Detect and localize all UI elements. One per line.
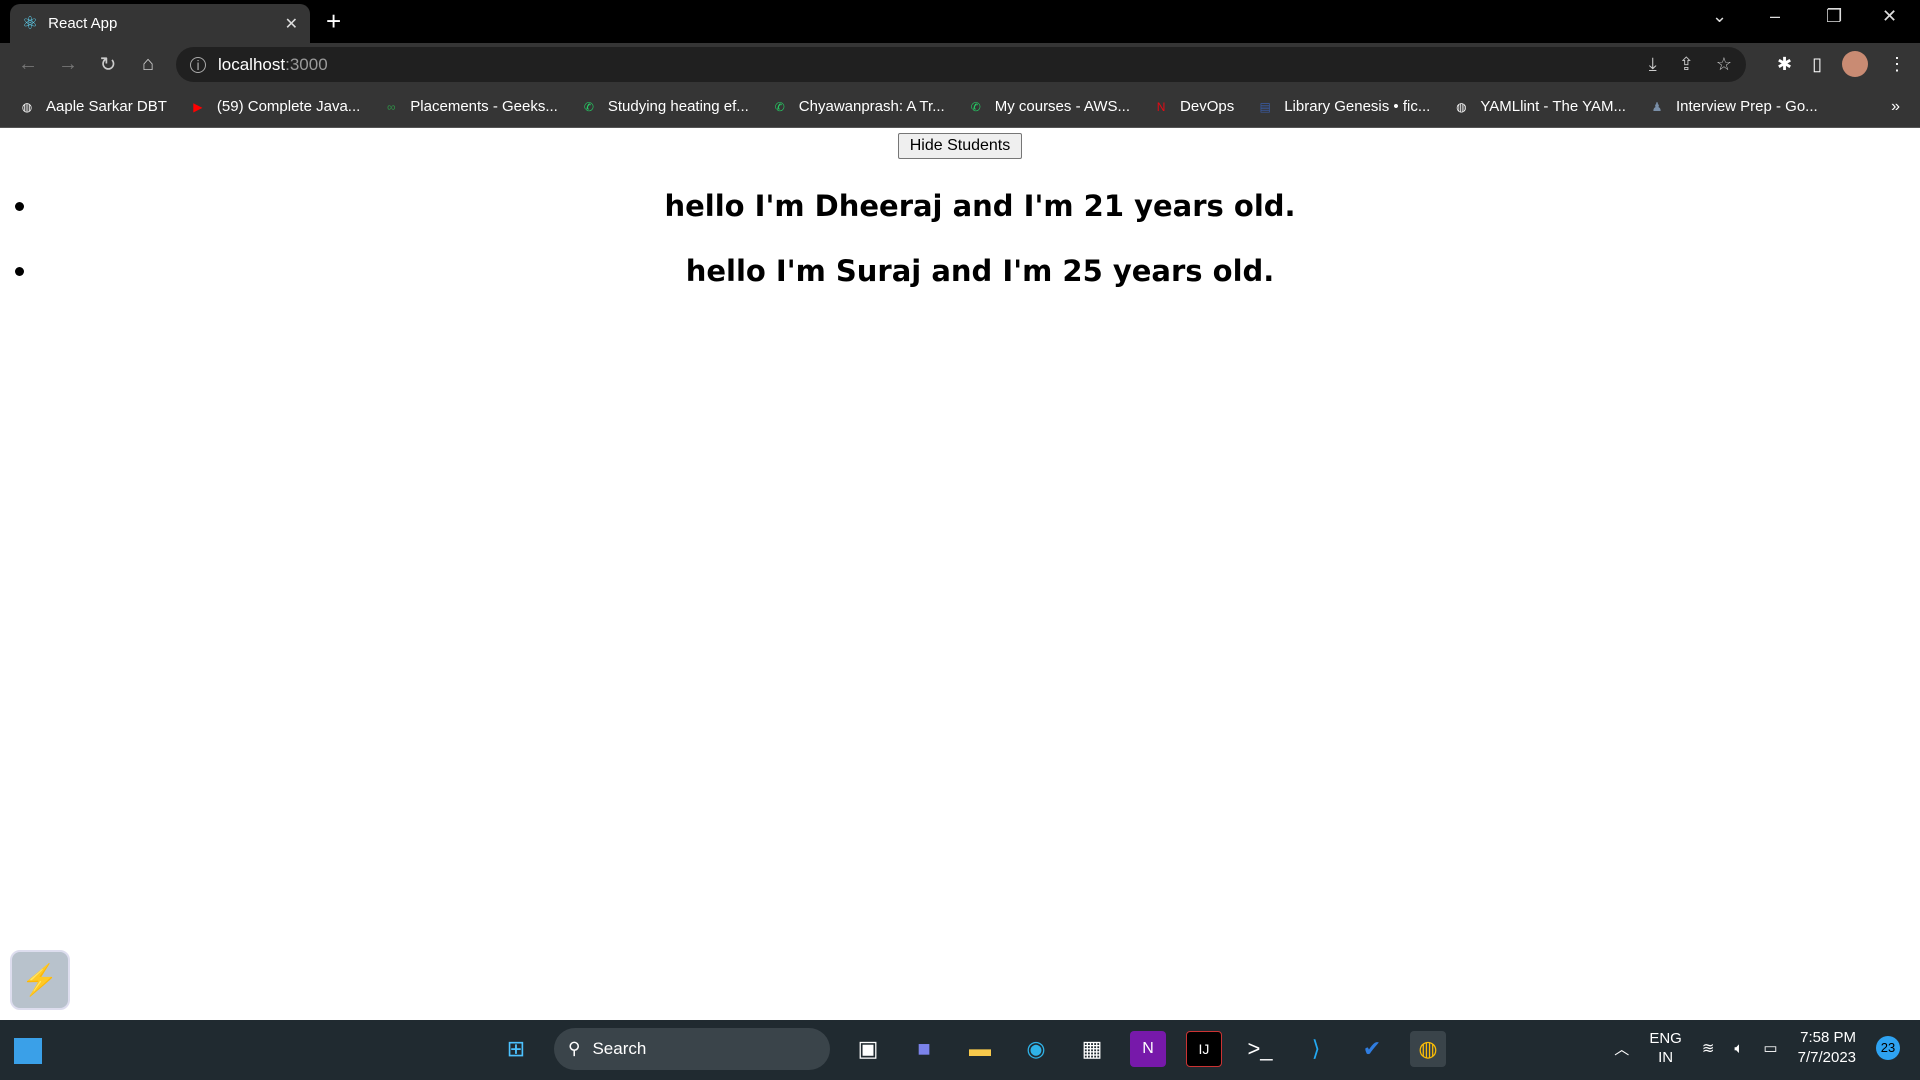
taskbar-search[interactable]: ⚲ Search (554, 1028, 830, 1070)
more-bookmarks-button[interactable]: » (1891, 98, 1900, 116)
region-code: IN (1658, 1049, 1674, 1066)
terminal-icon[interactable]: >_ (1242, 1031, 1278, 1067)
bookmark-item[interactable]: N DevOps (1152, 98, 1235, 116)
time: 7:58 PM (1800, 1029, 1856, 1046)
extensions-icon[interactable]: ✱ (1777, 54, 1792, 75)
new-tab-button[interactable]: + (326, 6, 341, 37)
install-icon[interactable]: ⤓ (1649, 54, 1657, 75)
restore-button[interactable]: ❐ (1826, 6, 1842, 27)
bookmarks-bar: ◍ Aaple Sarkar DBT ▶ (59) Complete Java... ∞… (0, 86, 1920, 128)
close-tab-icon[interactable]: ✕ (285, 14, 298, 34)
profile-avatar[interactable] (1842, 51, 1868, 77)
file-explorer-icon[interactable]: ▬ (962, 1031, 998, 1067)
search-icon: ⚲ (568, 1039, 581, 1058)
bookmark-item[interactable]: ◍ YAMLlint - The YAM... (1452, 98, 1626, 116)
store-icon[interactable]: ▦ (1074, 1031, 1110, 1067)
start-button[interactable]: ⊞ (498, 1031, 534, 1067)
bookmark-label: (59) Complete Java... (216, 98, 361, 115)
search-placeholder: Search (592, 1039, 647, 1058)
minimize-button[interactable]: – (1770, 6, 1780, 27)
url-port: :3000 (285, 54, 328, 74)
teams-icon[interactable]: ■ (906, 1031, 942, 1067)
wifi-icon[interactable]: ≋ (1702, 1039, 1715, 1057)
clock[interactable]: 7:58 PM 7/7/2023 (1798, 1028, 1856, 1068)
bookmark-item[interactable]: ♟ Interview Prep - Go... (1648, 98, 1818, 116)
vscode-icon[interactable]: ⟩ (1298, 1031, 1334, 1067)
bookmark-item[interactable]: ▶ (59) Complete Java... (189, 98, 360, 116)
lang-code: ENG (1649, 1030, 1682, 1047)
page-content: Hide Students hello I'm Dheeraj and I'm … (0, 128, 1920, 1020)
globe-icon: ◍ (1456, 99, 1467, 114)
date: 7/7/2023 (1797, 1049, 1856, 1066)
forward-button[interactable]: → (48, 53, 88, 76)
menu-icon[interactable]: ⋮ (1888, 54, 1906, 75)
tab-bar: ⚛ React App ✕ + ⌄ – ❐ ✕ (0, 0, 1920, 43)
bookmark-item[interactable]: ✆ Chyawanprash: A Tr... (771, 98, 945, 116)
notification-badge[interactable]: 23 (1876, 1036, 1900, 1060)
bookmark-label: Studying heating ef... (607, 98, 749, 115)
bookmark-label: Library Genesis • fic... (1284, 98, 1431, 115)
side-panel-icon[interactable]: ▯ (1812, 54, 1822, 75)
bookmark-item[interactable]: ∞ Placements - Geeks... (382, 98, 558, 116)
hide-students-button[interactable]: Hide Students (898, 133, 1022, 159)
floating-app-icon[interactable]: ⚡ (10, 950, 70, 1010)
battery-icon[interactable]: ▭ (1763, 1039, 1777, 1057)
intellij-icon[interactable]: IJ (1186, 1031, 1222, 1067)
bookmark-label: DevOps (1180, 98, 1235, 115)
react-icon: ⚛ (22, 13, 39, 33)
bookmark-label: Interview Prep - Go... (1675, 98, 1818, 115)
bookmark-item[interactable]: ◍ Aaple Sarkar DBT (18, 98, 167, 116)
chrome-icon[interactable]: ◍ (1410, 1031, 1446, 1067)
todo-icon[interactable]: ✔ (1354, 1031, 1390, 1067)
geeksforgeeks-icon: ∞ (387, 99, 396, 114)
toolbar: ← → ↻ ⌂ i localhost:3000 ⤓ ⇪ ☆ ✱ ▯ ⋮ (0, 43, 1920, 86)
show-hidden-icons[interactable]: ︿ (1614, 1038, 1629, 1059)
bookmark-label: Aaple Sarkar DBT (46, 98, 167, 115)
bookmark-label: My courses - AWS... (994, 98, 1131, 115)
netflix-icon: N (1156, 99, 1166, 114)
language-indicator[interactable]: ENG IN (1649, 1029, 1682, 1067)
whatsapp-icon: ✆ (774, 99, 785, 114)
whatsapp-icon: ✆ (583, 99, 594, 114)
back-button[interactable]: ← (8, 53, 48, 76)
student-item: hello I'm Dheeraj and I'm 21 years old. (40, 186, 1920, 251)
home-button[interactable]: ⌂ (128, 53, 168, 76)
task-view-icon[interactable]: ▣ (850, 1031, 886, 1067)
bookmark-star-icon[interactable]: ☆ (1716, 54, 1732, 75)
whatsapp-icon: ✆ (970, 99, 981, 114)
youtube-icon: ▶ (193, 99, 203, 114)
tab-title: React App (48, 15, 118, 32)
close-window-button[interactable]: ✕ (1882, 6, 1897, 27)
site-info-icon[interactable]: i (190, 56, 206, 73)
edge-icon[interactable]: ◉ (1018, 1031, 1054, 1067)
tab-search-icon[interactable]: ⌄ (1712, 6, 1727, 27)
onenote-icon[interactable]: N (1130, 1031, 1166, 1067)
address-bar[interactable]: i localhost:3000 ⤓ ⇪ ☆ (176, 47, 1746, 82)
bookmark-item[interactable]: ✆ My courses - AWS... (967, 98, 1130, 116)
person-icon: ♟ (1651, 99, 1663, 114)
widgets-icon[interactable] (14, 1038, 42, 1064)
volume-icon[interactable]: 🔈︎ (1734, 1040, 1743, 1057)
globe-icon: ◍ (21, 99, 33, 114)
student-list: hello I'm Dheeraj and I'm 21 years old. … (0, 186, 1920, 316)
bookmark-item[interactable]: ✆ Studying heating ef... (580, 98, 749, 116)
bookmark-label: Placements - Geeks... (410, 98, 558, 115)
url-host: localhost (218, 54, 286, 74)
bookmark-label: Chyawanprash: A Tr... (798, 98, 945, 115)
bookmark-label: YAMLlint - The YAM... (1480, 98, 1626, 115)
tab-react-app[interactable]: ⚛ React App ✕ (10, 4, 310, 43)
taskbar: ⊞ ⚲ Search ▣ ■ ▬ ◉ ▦ N IJ >_ ⟩ ✔ ◍ ︿ ENG… (0, 1020, 1920, 1080)
reload-button[interactable]: ↻ (88, 52, 128, 77)
student-item: hello I'm Suraj and I'm 25 years old. (40, 251, 1920, 316)
libgen-icon: ▤ (1259, 99, 1271, 114)
bookmark-item[interactable]: ▤ Library Genesis • fic... (1256, 98, 1431, 116)
share-icon[interactable]: ⇪ (1679, 54, 1694, 75)
